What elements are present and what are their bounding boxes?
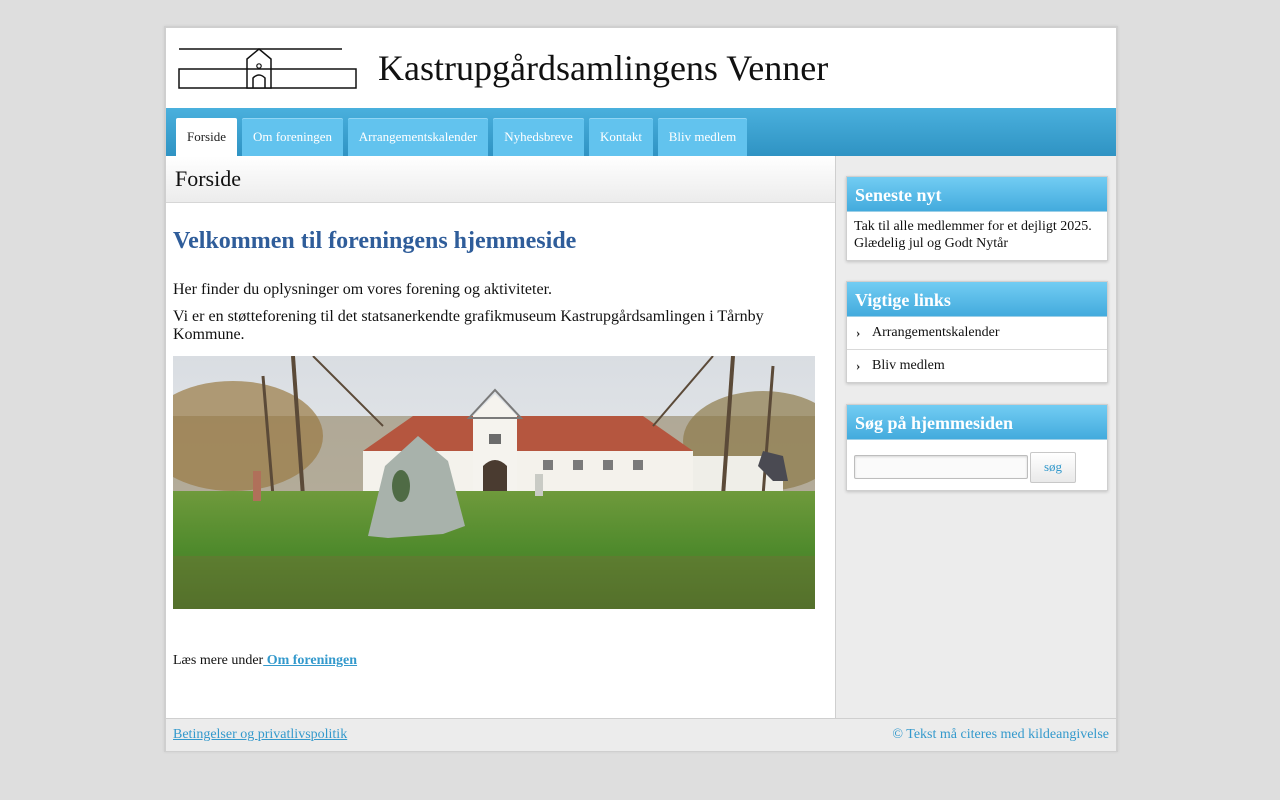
sidebar: Seneste nyt Tak til alle medlemmer for e… [836, 156, 1116, 718]
news-box: Seneste nyt Tak til alle medlemmer for e… [846, 176, 1108, 261]
description-paragraph: Vi er en støtteforening til det statsane… [173, 308, 764, 343]
welcome-heading: Velkommen til foreningens hjemmeside [173, 228, 577, 254]
links-box-title: Vigtige links [847, 282, 1107, 317]
page-container: Kastrupgårdsamlingens Venner Forside Om … [164, 26, 1118, 752]
search-box-title: Søg på hjemmesiden [847, 405, 1107, 440]
search-box: Søg på hjemmesiden søg [846, 404, 1108, 491]
museum-photo [173, 356, 815, 609]
search-input[interactable] [854, 455, 1028, 479]
main-nav: Forside Om foreningen Arrangementskalend… [166, 108, 1116, 156]
news-box-title: Seneste nyt [847, 177, 1107, 212]
tab-arrangementskalender[interactable]: Arrangementskalender [348, 118, 488, 156]
tab-kontakt[interactable]: Kontakt [589, 118, 653, 156]
tab-om-foreningen[interactable]: Om foreningen [242, 118, 343, 156]
read-more-text: Læs mere under Om foreningen [173, 652, 357, 670]
museum-logo[interactable] [177, 47, 358, 91]
page-title: Forside [175, 166, 241, 191]
chevron-right-icon: › [856, 358, 861, 373]
search-button[interactable]: søg [1030, 452, 1076, 483]
copyright-text: © Tekst må citeres med kildeangivelse [892, 727, 1109, 742]
privacy-policy-link[interactable]: Betingelser og privatlivspolitik [173, 727, 347, 743]
tab-bliv-medlem[interactable]: Bliv medlem [658, 118, 747, 156]
read-more-prefix: Læs mere under [173, 653, 264, 668]
site-header: Kastrupgårdsamlingens Venner [166, 28, 1116, 108]
sidebar-link-bliv-medlem[interactable]: › Bliv medlem [847, 350, 1107, 382]
sidebar-link-label: Arrangementskalender [872, 325, 1000, 340]
search-row: søg [847, 440, 1107, 490]
sidebar-link-label: Bliv medlem [872, 358, 945, 373]
page-title-bar: Forside [166, 156, 835, 203]
news-text: Tak til alle medlemmer for et dejligt 20… [854, 219, 1092, 251]
links-box: Vigtige links › Arrangementskalender › B… [846, 281, 1108, 383]
site-footer: Betingelser og privatlivspolitik © Tekst… [166, 718, 1116, 751]
sidebar-link-arrangementskalender[interactable]: › Arrangementskalender [847, 317, 1107, 350]
chevron-right-icon: › [856, 325, 861, 340]
om-foreningen-link[interactable]: Om foreningen [263, 653, 357, 668]
site-title: Kastrupgårdsamlingens Venner [378, 48, 829, 88]
tab-forside[interactable]: Forside [176, 118, 237, 156]
tab-nyhedsbreve[interactable]: Nyhedsbreve [493, 118, 584, 156]
main-content: Forside Velkommen til foreningens hjemme… [166, 156, 836, 718]
intro-paragraph: Her finder du oplysninger om vores foren… [173, 281, 553, 298]
